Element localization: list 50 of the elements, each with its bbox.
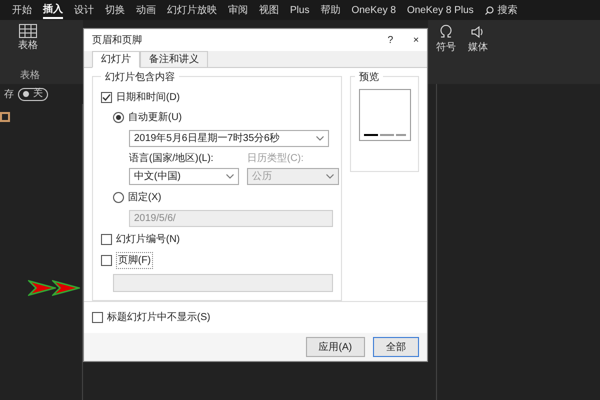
arrow-icon [52, 280, 80, 296]
dialog-button[interactable]: 应用(A) [306, 337, 365, 357]
checkbox-label: 页脚(F) [116, 252, 153, 269]
checkbox[interactable] [101, 234, 112, 245]
ribbon-tab[interactable]: 切换 [105, 2, 125, 18]
ribbon-tab[interactable]: Plus [290, 2, 310, 18]
checkbox-label: 日期和时间(D) [116, 90, 180, 105]
symbol-button[interactable]: 符号 [436, 24, 456, 84]
ribbon-tab[interactable]: 审阅 [228, 2, 248, 18]
radio-label: 固定(X) [128, 190, 162, 205]
field-label: 日历类型(C): [247, 152, 305, 166]
checkbox-label: 幻灯片编号(N) [116, 232, 180, 247]
search-icon [484, 6, 494, 14]
dropdown[interactable]: 2019年5月6日星期一7时35分6秒 [129, 130, 329, 147]
table-icon [19, 24, 37, 38]
checkbox[interactable] [101, 92, 112, 103]
checkbox[interactable] [101, 255, 112, 266]
caret-icon [316, 136, 324, 141]
slide-preview [358, 89, 410, 141]
close-button[interactable]: × [413, 32, 419, 48]
checkbox-label: 标题幻灯片中不显示(S) [107, 310, 210, 325]
ribbon-tab[interactable]: 设计 [74, 2, 94, 18]
ribbon-tab[interactable]: 帮助 [320, 2, 340, 18]
field-label: 语言(国家/地区)(L): [129, 152, 214, 166]
caret-icon [326, 174, 334, 179]
ribbon-tab[interactable]: OneKey 8 Plus [406, 2, 474, 18]
dialog-button[interactable]: 全部 [373, 337, 419, 357]
group-label: 表格 [0, 68, 83, 84]
autosave-label: 存 [4, 88, 14, 102]
ribbon-tab[interactable]: 幻灯片放映 [167, 2, 217, 18]
dialog-tab[interactable]: 幻灯片 [92, 51, 140, 68]
ribbon-tab[interactable]: OneKey 8 [351, 2, 396, 18]
ribbon-tab[interactable]: 动画 [136, 2, 156, 18]
radio-button[interactable] [113, 112, 124, 123]
search-button[interactable]: 搜索 [484, 2, 518, 18]
radio-label: 自动更新(U) [128, 110, 182, 125]
media-button[interactable]: 媒体 [468, 24, 488, 84]
help-button[interactable]: ? [388, 32, 394, 48]
input-field[interactable] [113, 274, 333, 292]
caret-icon [226, 174, 234, 179]
checkbox[interactable] [92, 312, 103, 323]
omega-icon [438, 24, 454, 40]
dropdown[interactable]: 中文(中国) [129, 168, 239, 185]
arrow-icon [28, 280, 56, 296]
dialog-tab[interactable]: 备注和讲义 [140, 51, 208, 68]
table-button[interactable]: 表格 [18, 24, 38, 53]
dialog-title: 页眉和页脚 [92, 34, 142, 48]
ribbon-tab[interactable]: 开始 [12, 2, 32, 18]
ribbon-tab[interactable]: 视图 [259, 2, 279, 18]
slide-thumbnail-marker [0, 112, 10, 122]
